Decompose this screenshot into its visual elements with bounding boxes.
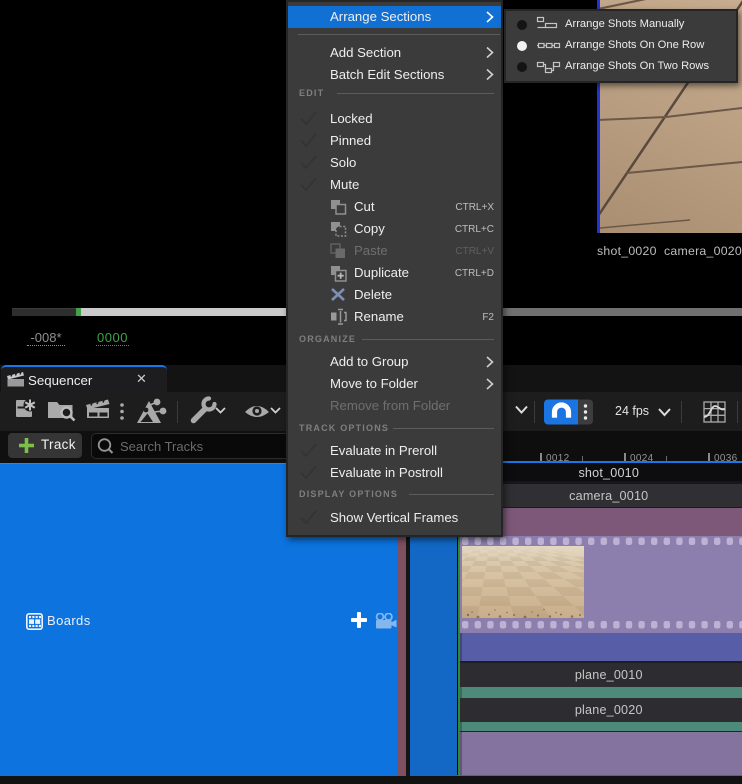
svg-text:24 fps: 24 fps [615, 404, 649, 418]
